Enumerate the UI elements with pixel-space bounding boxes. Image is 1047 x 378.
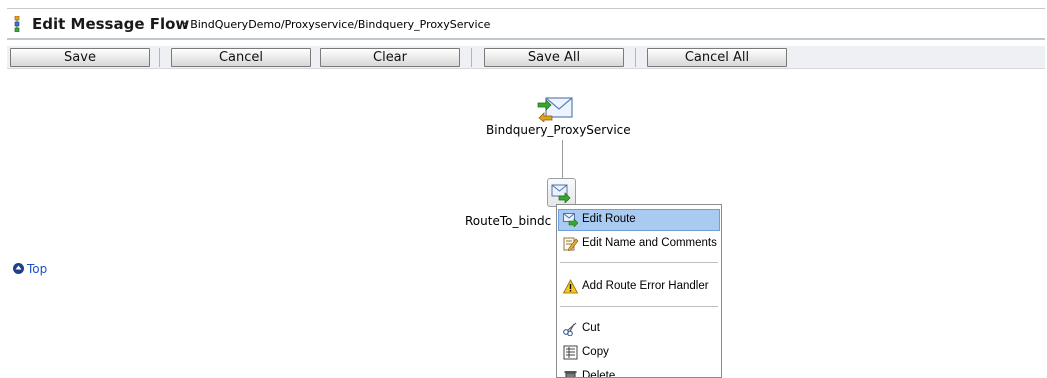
menu-item-edit-route[interactable]: Edit Route [558, 209, 720, 231]
cancel-button[interactable]: Cancel [171, 48, 311, 67]
menu-item-label: Add Route Error Handler [582, 280, 709, 292]
menu-separator [560, 306, 718, 307]
top-link-label[interactable]: Top [27, 262, 47, 276]
page-header: Edit Message Flow : BindQueryDemo/Proxys… [7, 8, 1045, 40]
menu-separator [560, 262, 718, 263]
menu-item-label: Delete [582, 370, 616, 378]
edit-name-icon [563, 237, 578, 251]
route-node[interactable] [547, 178, 576, 207]
copy-icon [563, 345, 578, 360]
route-node-label[interactable]: RouteTo_bindc [465, 214, 551, 228]
arrow-up-circle-icon [13, 263, 24, 274]
flow-connector [562, 140, 563, 178]
toolbar-separator [159, 48, 160, 67]
toolbar: Save Cancel Clear Save All Cancel All [7, 46, 1045, 74]
menu-item-edit-name[interactable]: Edit Name and Comments [558, 233, 720, 255]
menu-item-label: Copy [582, 346, 609, 358]
menu-item-cut[interactable]: Cut [558, 318, 720, 340]
proxy-service-label[interactable]: Bindquery_ProxyService [486, 123, 631, 137]
save-all-button[interactable]: Save All [484, 48, 624, 67]
toolbar-separator [635, 48, 636, 67]
menu-item-copy[interactable]: Copy [558, 342, 720, 364]
cancel-all-button[interactable]: Cancel All [647, 48, 787, 67]
toolbar-separator [471, 48, 472, 67]
menu-item-label: Cut [582, 322, 600, 334]
menu-item-label: Edit Name and Comments [582, 237, 717, 249]
menu-item-add-error-handler[interactable]: Add Route Error Handler [558, 276, 720, 298]
scissors-icon [563, 322, 577, 336]
context-menu: Edit Route Edit Name and Comments Add Ro… [556, 204, 722, 378]
message-flow-icon [14, 16, 20, 32]
menu-item-delete[interactable]: Delete [558, 366, 720, 378]
breadcrumb: : BindQueryDemo/Proxyservice/Bindquery_P… [183, 18, 491, 31]
menu-item-label: Edit Route [582, 213, 636, 225]
warning-icon [563, 279, 578, 294]
proxy-service-icon[interactable] [536, 94, 574, 122]
clear-button[interactable]: Clear [320, 48, 460, 67]
top-link[interactable]: Top [13, 262, 47, 276]
trash-icon [564, 371, 577, 377]
save-button[interactable]: Save [10, 48, 150, 67]
edit-route-icon [563, 213, 578, 227]
page-title: Edit Message Flow [32, 15, 190, 33]
route-icon [551, 184, 571, 203]
